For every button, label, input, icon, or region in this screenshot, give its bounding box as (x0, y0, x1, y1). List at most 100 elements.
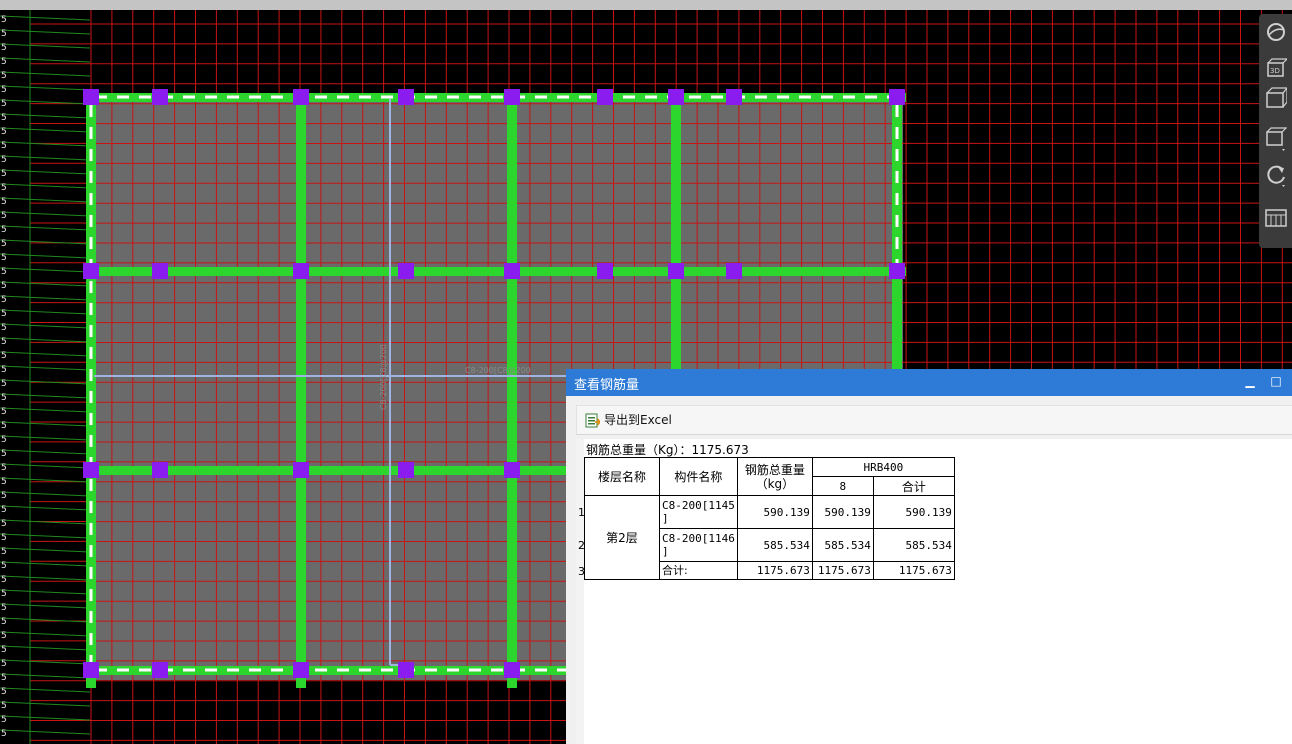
axis-tick-label: 5 (1, 393, 7, 403)
axis-tick-label: 5 (1, 477, 7, 487)
cube-dropdown-button[interactable] (1263, 124, 1289, 152)
top-window-bar (0, 0, 1292, 10)
axis-tick (0, 29, 91, 35)
axis-tick-label: 5 (1, 225, 7, 235)
axis-tick-label: 5 (1, 617, 7, 627)
subtotal-cell: 590.139 (872, 495, 955, 529)
table-row[interactable]: 第2层 C8-200[1145 ] 590.139 590.139 590.13… (584, 495, 955, 580)
axis-tick-label: 5 (1, 169, 7, 179)
3d-view-button[interactable]: 3D (1263, 54, 1289, 82)
column (504, 89, 520, 105)
axis-tick (0, 365, 91, 371)
column (293, 263, 309, 279)
axis-tick (0, 71, 91, 77)
axis-ticks-layer: 5 5 5 5 5 5 5 5 5 5 5 5 5 5 5 5 5 5 5 5 5 5 5 5 5 5 5 5 5 5 5 5 5 5 5 5 5 5 5 5… (0, 10, 91, 744)
axis-tick-label: 5 (1, 281, 7, 291)
axis-tick (0, 603, 91, 609)
axis-tick-label: 5 (1, 533, 7, 543)
axis-tick (0, 127, 91, 133)
column (293, 662, 309, 678)
axis-tick-label: 5 (1, 659, 7, 669)
column (83, 89, 99, 105)
axis-tick (0, 183, 91, 189)
3d-view-icon: 3D (1267, 58, 1287, 77)
header-grade: HRB400 (811, 457, 955, 477)
diameter-8-cell: 585.534 (811, 528, 874, 562)
axis-tick-label: 5 (1, 57, 7, 67)
axis-tick-label: 5 (1, 715, 7, 725)
excel-export-icon (585, 413, 600, 428)
component-name-cell: C8-200[1145 ] (659, 495, 738, 529)
component-name-cell: C8-200[1146 ] (659, 528, 738, 562)
axis-tick (0, 547, 91, 553)
axis-tick-label: 5 (1, 435, 7, 445)
column (83, 462, 99, 478)
axis-tick (0, 267, 91, 273)
axis-tick-label: 5 (1, 561, 7, 571)
column (668, 89, 684, 105)
window-title: 查看钢筋量 (574, 378, 640, 393)
axis-tick-label: 5 (1, 43, 7, 53)
beam-vertical (507, 92, 517, 688)
axis-tick-label: 5 (1, 379, 7, 389)
axis-tick-label: 5 (1, 71, 7, 81)
layer-panel-button[interactable] (1263, 204, 1289, 232)
axis-tick-label: 5 (1, 365, 7, 375)
rotate-button[interactable] (1263, 160, 1289, 188)
cube-dropdown-icon (1266, 127, 1287, 151)
axis-tick (0, 421, 91, 427)
axis-tick-label: 5 (1, 589, 7, 599)
total-weight-text: 钢筋总重量（Kg）：1175.673 (586, 443, 749, 457)
total-weight-cell: 1175.673 (736, 561, 813, 580)
axis-tick-label: 5 (1, 113, 7, 123)
maximize-button[interactable]: □ (1267, 372, 1285, 390)
axis-tick (0, 505, 91, 511)
axis-tick (0, 197, 91, 203)
axis-tick-label: 5 (1, 323, 7, 333)
axis-tick-label: 5 (1, 645, 7, 655)
rebar-quantity-table: 楼层名称 构件名称 钢筋总重量 （kg） HRB400 8 合计 第2层 C8-… (584, 457, 955, 580)
column (726, 263, 742, 279)
axis-tick-label: 5 (1, 687, 7, 697)
column (293, 462, 309, 478)
column (504, 462, 520, 478)
window-toolbar: 导出到Excel (576, 405, 1292, 435)
column (152, 263, 168, 279)
axis-tick (0, 169, 91, 175)
rebar-label-horizontal: C8-200[C8@200 (465, 366, 531, 375)
column (152, 662, 168, 678)
orbit-button[interactable] (1263, 18, 1289, 46)
window-titlebar[interactable]: 查看钢筋量 ▁ □ (566, 369, 1292, 396)
export-to-excel-button[interactable]: 导出到Excel (581, 409, 676, 431)
rotate-icon (1267, 165, 1285, 187)
beam-horizontal (86, 267, 906, 276)
axis-tick (0, 715, 91, 721)
column (398, 462, 414, 478)
minimize-button[interactable]: ▁ (1241, 372, 1259, 390)
axis-tick-label: 5 (1, 127, 7, 137)
column (152, 462, 168, 478)
column (597, 89, 613, 105)
axis-tick-label: 5 (1, 309, 7, 319)
axis-tick-label: 5 (1, 239, 7, 249)
floor-name-cell: 第2层 (584, 495, 660, 580)
axis-tick (0, 225, 91, 231)
axis-tick-label: 5 (1, 463, 7, 473)
axis-tick (0, 309, 91, 315)
axis-tick-label: 5 (1, 505, 7, 515)
axis-tick-label: 5 (1, 449, 7, 459)
column (597, 263, 613, 279)
row-header-gutter: 1 2 3 (576, 439, 585, 744)
header-component-name: 构件名称 (659, 457, 738, 496)
box-view-button[interactable] (1263, 84, 1289, 112)
axis-tick (0, 701, 91, 707)
axis-tick-label: 5 (1, 673, 7, 683)
axis-tick (0, 687, 91, 693)
total-weight-cell: 585.534 (736, 528, 813, 562)
column (83, 662, 99, 678)
axis-tick (0, 645, 91, 651)
axis-tick (0, 393, 91, 399)
axis-tick-label: 5 (1, 29, 7, 39)
axis-tick-label: 5 (1, 155, 7, 165)
export-label: 导出到Excel (604, 413, 672, 427)
